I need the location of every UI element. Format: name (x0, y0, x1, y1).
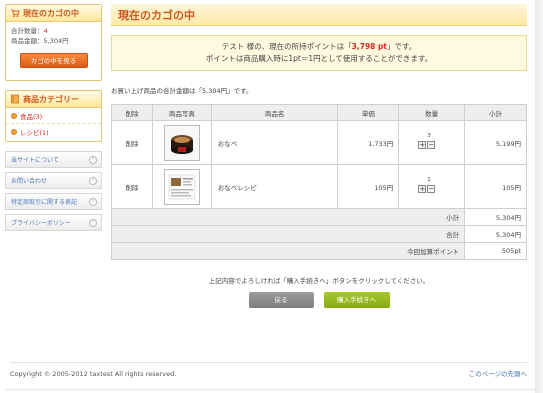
qty-cell: 1 + − (398, 164, 466, 209)
bullet-icon (11, 129, 17, 135)
product-price: 105円 (337, 164, 400, 209)
category-item-food[interactable]: 食品(3) (6, 108, 101, 124)
qty-cell: 3 + − (398, 120, 466, 165)
qty-controls: + − (418, 141, 436, 149)
main-header: 現在のカゴの中 (111, 4, 527, 26)
product-price: 1,733円 (337, 120, 400, 165)
nav-label: プライバシーポリシー (11, 220, 71, 227)
col-qty: 数量 (398, 104, 466, 121)
page-title: 現在のカゴの中 (118, 9, 195, 22)
chevron-right-icon: › (89, 218, 97, 227)
col-photo: 商品写真 (151, 104, 212, 121)
summary-row: 今回加算ポイント 505pt (110, 242, 527, 260)
qty-value: 1 (427, 177, 431, 183)
sidebar-cart-title: 現在のカゴの中 (23, 8, 79, 18)
notice-prefix: テスト 様の、現在の所持ポイントは「 (221, 42, 352, 51)
product-photo-cell (151, 164, 212, 209)
table-row: 削除 おなべレシピ 105円 1 + − 105円 (111, 164, 527, 209)
order-total-text: お買い上げ商品の合計金額は「5,304円」です。 (111, 87, 253, 95)
proceed-button[interactable]: 購入手続きへ (323, 292, 390, 308)
delete-link[interactable]: 削除 (111, 120, 153, 165)
notice-line-2: ポイントは商品購入時に1pt＝1円として使用することができます。 (205, 54, 433, 63)
summary-label: 今回加算ポイント (110, 242, 466, 260)
summary-value: 5,304円 (464, 208, 527, 226)
nav-label: 当サイトについて (11, 157, 59, 164)
product-subtotal: 5,199円 (464, 120, 527, 165)
cart-table: 削除 商品写真 商品名 単価 数量 小計 削除 おなべ 1,733円 3 + −… (110, 104, 527, 260)
col-name: 商品名 (210, 104, 339, 121)
points-value: 3,798 pt (351, 42, 387, 51)
notice-suffix: 」です。 (386, 42, 417, 51)
sidebar-nav: 当サイトについて › お問い合わせ › 特定商取引に関する表記 › プライバシー… (5, 151, 102, 231)
total-qty-value: 4 (43, 27, 48, 35)
plus-icon[interactable]: + (418, 141, 427, 149)
col-delete: 削除 (111, 104, 153, 121)
summary-row: 合計 5,304円 (110, 225, 527, 243)
notice-line-1: テスト 様の、現在の所持ポイントは「3,798 pt」です。 (112, 41, 526, 53)
total-amount: 商品金額：5,304円 (11, 37, 69, 45)
category-header: 商品カテゴリー (6, 91, 101, 108)
product-photo-cell (151, 120, 212, 165)
minus-icon[interactable]: − (427, 141, 436, 149)
product-photo-pot[interactable] (163, 124, 200, 161)
nav-about[interactable]: 当サイトについて › (5, 151, 102, 168)
product-photo-recipe[interactable] (163, 168, 200, 205)
summary-label: 合計 (110, 225, 466, 243)
chevron-right-icon: › (89, 176, 97, 185)
product-name: おなべレシピ (210, 164, 339, 209)
minus-icon[interactable]: − (427, 185, 436, 193)
copyright: Copyright © 2005-2012 taxtest All rights… (10, 370, 177, 378)
cart-info: 合計数量：4 商品金額：5,304円 (6, 22, 101, 46)
table-row: 削除 おなべ 1,733円 3 + − 5,199円 (111, 120, 527, 165)
view-cart-button[interactable]: カゴの中を見る (19, 53, 88, 68)
total-qty-label: 合計数量： (11, 27, 44, 35)
bullet-icon (11, 112, 17, 119)
category-label: レシピ(1) (20, 129, 49, 137)
qty-value: 3 (427, 133, 431, 139)
points-notice: テスト 様の、現在の所持ポイントは「3,798 pt」です。 ポイントは商品購入… (111, 35, 527, 71)
nav-privacy[interactable]: プライバシーポリシー › (5, 214, 102, 231)
confirm-text: 上記内容でよろしければ「購入手続きへ」ボタンをクリックしてください。 (208, 277, 430, 285)
summary-row: 小計 5,304円 (110, 208, 527, 226)
summary-value: 505pt (464, 242, 527, 260)
sidebar-cart-header: 現在のカゴの中 (6, 5, 101, 22)
chevron-right-icon: › (89, 155, 97, 164)
sidebar-cart-box: 現在のカゴの中 合計数量：4 商品金額：5,304円 カゴの中を見る (5, 4, 102, 81)
summary-label: 小計 (110, 208, 466, 226)
nav-label: 特定商取引に関する表記 (11, 199, 78, 206)
category-label: 食品(3) (20, 112, 43, 121)
delete-link[interactable]: 削除 (111, 164, 153, 209)
cart-icon (10, 8, 20, 18)
page-top-link[interactable]: このページの先頭へ (469, 368, 527, 378)
page-shadow (535, 0, 543, 393)
product-name: おなべ (210, 120, 339, 165)
chevron-right-icon: › (89, 197, 97, 206)
footer-bar (5, 388, 535, 391)
nav-legal[interactable]: 特定商取引に関する表記 › (5, 193, 102, 210)
category-box: 商品カテゴリー 食品(3) レシピ(1) (5, 90, 102, 142)
book-icon (10, 94, 20, 104)
category-title: 商品カテゴリー (23, 94, 79, 104)
back-button[interactable]: 戻る (248, 292, 314, 308)
plus-icon[interactable]: + (418, 185, 427, 193)
nav-label: お問い合わせ (11, 178, 48, 185)
nav-contact[interactable]: お問い合わせ › (5, 172, 102, 189)
summary-value: 5,304円 (464, 225, 527, 243)
qty-controls: + − (418, 185, 436, 193)
action-buttons: 戻る 購入手続きへ (111, 292, 527, 308)
footer-divider (10, 362, 527, 363)
product-subtotal: 105円 (464, 164, 527, 209)
col-price: 単価 (337, 104, 400, 121)
col-subtotal: 小計 (464, 104, 527, 121)
main-content: 現在のカゴの中 テスト 様の、現在の所持ポイントは「3,798 pt」です。 ポ… (110, 4, 527, 308)
category-item-recipe[interactable]: レシピ(1) (6, 124, 101, 140)
sidebar: 現在のカゴの中 合計数量：4 商品金額：5,304円 カゴの中を見る 商品カテゴ… (5, 4, 102, 231)
table-header-row: 削除 商品写真 商品名 単価 数量 小計 (111, 104, 527, 121)
